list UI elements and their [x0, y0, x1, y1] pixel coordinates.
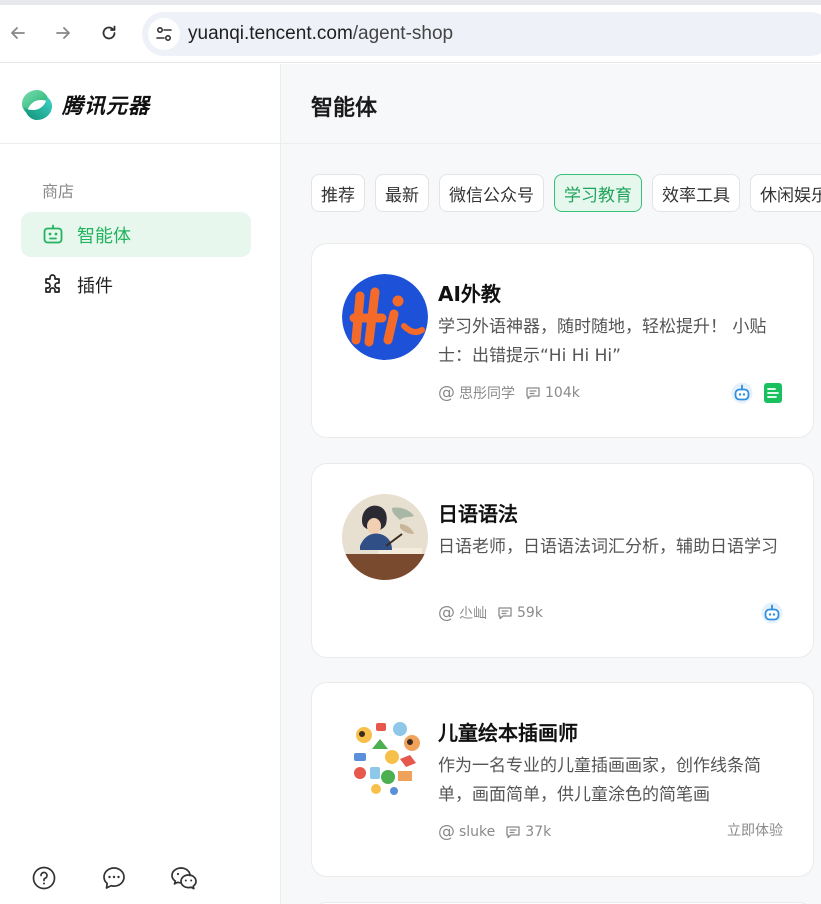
agent-badges — [761, 602, 783, 624]
robot-badge-icon — [761, 602, 783, 624]
agent-card-children-illustrator[interactable]: 儿童绘本插画师 作为一名专业的儿童插画画家，创作线条简单，画面简单，供儿童涂色的… — [311, 682, 814, 877]
back-button[interactable] — [5, 20, 31, 46]
agent-description: 日语老师，日语语法词汇分析，辅助日语学习 — [438, 537, 778, 557]
yuanqi-logo-icon — [22, 90, 52, 120]
try-now-link[interactable]: 立即体验 — [727, 820, 783, 840]
url-text[interactable]: yuanqi.tencent.com/agent-shop — [188, 23, 453, 45]
divider — [0, 143, 280, 144]
browser-tab[interactable] — [630, 0, 821, 5]
browser-tab[interactable] — [0, 0, 150, 5]
agent-author: 尐屾 — [459, 606, 487, 622]
agent-author: sluke — [459, 824, 496, 840]
agent-usage-count: 104k — [545, 385, 580, 401]
page-header: 智能体 — [281, 64, 821, 144]
puzzle-icon — [41, 273, 65, 297]
forward-button[interactable] — [50, 20, 76, 46]
reload-icon — [102, 25, 116, 40]
agent-avatar — [342, 494, 428, 580]
tab-productivity[interactable]: 效率工具 — [652, 174, 740, 212]
arrow-left-icon — [11, 27, 25, 39]
address-bar[interactable]: yuanqi.tencent.com/agent-shop — [142, 12, 821, 56]
agent-title: 儿童绘本插画师 — [438, 721, 578, 745]
sidebar-item-label: 插件 — [77, 275, 113, 297]
feedback-icon[interactable] — [100, 864, 128, 892]
agent-title: AI外教 — [438, 282, 501, 306]
document-badge-icon — [764, 383, 782, 403]
tab-education[interactable]: 学习教育 — [554, 174, 642, 212]
comment-icon — [498, 607, 512, 620]
author-at-icon: @ — [438, 822, 455, 842]
url-host: yuanqi.tencent.com — [188, 23, 353, 44]
agent-description: 作为一名专业的儿童插画画家，创作线条简单，画面简单，供儿童涂色的简笔画 — [438, 756, 761, 805]
agent-card-japanese-grammar[interactable]: 日语语法 日语老师，日语语法词汇分析，辅助日语学习 @ 尐屾 59k — [311, 463, 814, 658]
sidebar-item-label: 智能体 — [77, 225, 131, 247]
sidebar: 腾讯元器 商店 智能体 插件 — [0, 64, 281, 904]
browser-toolbar: yuanqi.tencent.com/agent-shop — [0, 0, 821, 63]
help-icon[interactable] — [30, 864, 58, 892]
robot-badge-icon — [731, 382, 753, 404]
agent-meta: @ sluke 37k — [438, 822, 551, 842]
comment-icon — [526, 387, 540, 400]
tune-icon — [156, 26, 172, 42]
robot-icon — [41, 223, 65, 247]
agent-author: 思彤同学 — [459, 386, 515, 402]
category-tabs: 推荐 最新 微信公众号 学习教育 效率工具 休闲娱乐 — [311, 174, 821, 212]
wechat-icon[interactable] — [170, 864, 198, 892]
agent-meta: @ 思彤同学 104k — [438, 383, 580, 403]
agent-avatar — [342, 713, 428, 799]
site-info-button[interactable] — [148, 18, 180, 50]
agent-avatar — [342, 274, 428, 360]
tab-strip — [0, 0, 821, 5]
author-at-icon: @ — [438, 383, 455, 403]
reload-button[interactable] — [96, 20, 122, 46]
section-label-store: 商店 — [42, 182, 75, 201]
tab-leisure[interactable]: 休闲娱乐 — [750, 174, 821, 212]
agent-usage-count: 59k — [517, 605, 543, 621]
arrow-right-icon — [56, 27, 70, 39]
agent-description: 学习外语神器，随时随地，轻松提升！ 小贴士：出错提示“Hi Hi Hi” — [438, 317, 767, 366]
agent-meta: @ 尐屾 59k — [438, 603, 543, 623]
url-path: /agent-shop — [352, 23, 454, 44]
brand-name: 腾讯元器 — [62, 94, 150, 118]
tab-wechat-official[interactable]: 微信公众号 — [439, 174, 544, 212]
page-title: 智能体 — [311, 96, 378, 121]
agent-usage-count: 37k — [525, 824, 552, 840]
agent-title: 日语语法 — [438, 502, 518, 526]
tab-recommended[interactable]: 推荐 — [311, 174, 365, 212]
sidebar-item-agents[interactable]: 智能体 — [21, 212, 251, 257]
agent-card-ai-tutor[interactable]: AI外教 学习外语神器，随时随地，轻松提升！ 小贴士：出错提示“Hi Hi Hi… — [311, 243, 814, 438]
sidebar-item-plugins[interactable]: 插件 — [21, 262, 251, 307]
tab-latest[interactable]: 最新 — [375, 174, 429, 212]
brand-logo[interactable]: 腾讯元器 — [20, 88, 150, 122]
comment-icon — [506, 826, 520, 839]
author-at-icon: @ — [438, 603, 455, 623]
agent-badges — [731, 382, 783, 404]
main-content: 智能体 推荐 最新 微信公众号 学习教育 效率工具 休闲娱乐 AI外教 学习外语… — [281, 64, 821, 904]
